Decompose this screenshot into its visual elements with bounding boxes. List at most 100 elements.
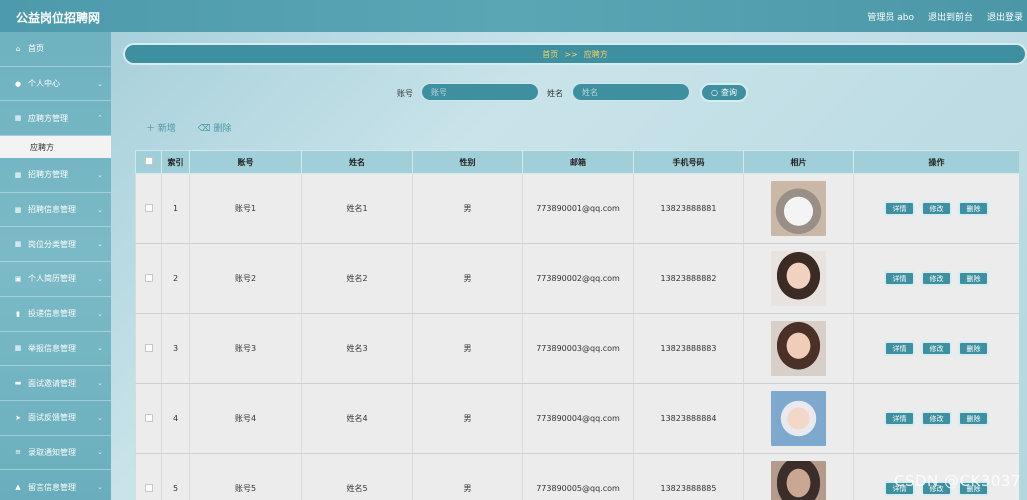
row-select-cell xyxy=(135,383,162,454)
detail-button[interactable]: 详情 xyxy=(884,411,915,426)
sidebar-item-label: 个人简历管理 xyxy=(28,274,76,284)
phone-cell: 13823888885 xyxy=(633,453,744,500)
sidebar-subitem-applicant[interactable]: 应聘方 xyxy=(0,136,111,159)
logout-link[interactable]: 退出登录 xyxy=(987,10,1023,23)
database-icon: ▬ xyxy=(14,379,22,388)
column-header: 索引 xyxy=(161,150,190,174)
sidebar-item-recruiter-mgmt[interactable]: ▦ 招聘方管理 ⌄ xyxy=(0,158,111,193)
add-button-label: 新增 xyxy=(157,124,176,134)
sidebar-item-interview-invite-mgmt[interactable]: ▬ 面试邀请管理 ⌄ xyxy=(0,366,111,401)
breadcrumb-home[interactable]: 首页 xyxy=(542,49,558,60)
gender-cell: 男 xyxy=(412,313,523,384)
edit-button[interactable]: 修改 xyxy=(921,411,952,426)
goto-front-link[interactable]: 退出到前台 xyxy=(928,10,973,23)
profile-photo[interactable] xyxy=(771,461,826,500)
column-header: 相片 xyxy=(743,150,854,174)
table-row: 5 账号5 姓名5 男 773890005@qq.com 13823888885… xyxy=(135,453,1019,500)
delete-button[interactable]: 删除 xyxy=(958,271,989,286)
phone-cell: 13823888884 xyxy=(633,383,744,454)
column-header: 手机号码 xyxy=(633,150,744,174)
gender-cell: 男 xyxy=(412,243,523,314)
query-button[interactable]: ○ 查询 xyxy=(700,83,748,102)
sidebar-item-label: 面试反馈管理 xyxy=(28,413,76,423)
column-header: 操作 xyxy=(853,150,1019,174)
data-table: 索引 账号 姓名 性别 邮箱 手机号码 相片 操作 1 账号1 姓名1 男 77… xyxy=(135,150,1019,500)
sidebar-item-label: 首页 xyxy=(28,44,44,54)
lock-icon: ▲ xyxy=(15,483,21,492)
action-bar: ＋ 新增 ⌫ 删除 xyxy=(146,121,232,134)
briefcase-icon: ▣ xyxy=(14,274,22,283)
chevron-down-icon: ⌄ xyxy=(97,413,103,422)
sidebar-item-interview-feedback-mgmt[interactable]: ➤ 面试反馈管理 ⌄ xyxy=(0,401,111,436)
row-select-cell xyxy=(135,313,162,384)
home-icon: ⌂ xyxy=(15,44,21,53)
sidebar-item-delivery-mgmt[interactable]: ▮ 投递信息管理 ⌄ xyxy=(0,297,111,332)
grid-icon: ▦ xyxy=(14,205,22,214)
photo-cell xyxy=(743,313,854,384)
index-cell: 1 xyxy=(161,173,190,244)
name-search-input[interactable] xyxy=(572,83,690,101)
photo-cell xyxy=(743,243,854,314)
sidebar-item-offer-mgmt[interactable]: ≡ 录取通知管理 ⌄ xyxy=(0,436,111,471)
chevron-down-icon: ⌄ xyxy=(97,309,103,318)
sidebar-item-job-info-mgmt[interactable]: ▦ 招聘信息管理 ⌄ xyxy=(0,193,111,228)
add-button[interactable]: ＋ 新增 xyxy=(146,121,176,134)
table-row: 3 账号3 姓名3 男 773890003@qq.com 13823888883… xyxy=(135,313,1019,384)
delete-button[interactable]: 删除 xyxy=(958,201,989,216)
column-header: 性别 xyxy=(412,150,523,174)
row-select-cell xyxy=(135,453,162,500)
table-row: 2 账号2 姓名2 男 773890002@qq.com 13823888882… xyxy=(135,243,1019,314)
detail-button[interactable]: 详情 xyxy=(884,201,915,216)
chart-icon: ▮ xyxy=(16,309,20,318)
profile-photo[interactable] xyxy=(771,251,826,306)
row-checkbox[interactable] xyxy=(144,273,153,282)
chevron-down-icon: ⌄ xyxy=(97,448,103,457)
phone-cell: 13823888883 xyxy=(633,313,744,384)
account-cell: 账号3 xyxy=(189,313,302,384)
profile-photo[interactable] xyxy=(771,321,826,376)
grid-icon: ▦ xyxy=(14,170,22,179)
detail-button[interactable]: 详情 xyxy=(884,271,915,286)
edit-button[interactable]: 修改 xyxy=(921,271,952,286)
row-checkbox[interactable] xyxy=(144,413,153,422)
chevron-down-icon: ⌄ xyxy=(97,240,103,249)
name-cell: 姓名1 xyxy=(301,173,413,244)
sidebar-item-report-mgmt[interactable]: ▦ 举报信息管理 ⌄ xyxy=(0,332,111,367)
name-label: 姓名 xyxy=(547,89,563,98)
account-label: 账号 xyxy=(397,89,413,98)
select-all-checkbox[interactable] xyxy=(144,157,153,165)
sidebar-item-applicant-mgmt[interactable]: ▦ 应聘方管理 ⌃ xyxy=(0,101,111,137)
email-cell: 773890004@qq.com xyxy=(522,383,634,454)
sidebar-item-resume-mgmt[interactable]: ▣ 个人简历管理 ⌄ xyxy=(0,262,111,297)
operations-cell: 详情 修改 删除 xyxy=(853,313,1019,384)
operations-cell: 详情 修改 删除 xyxy=(853,243,1019,314)
trash-icon: ⌫ xyxy=(197,124,211,134)
sidebar-item-message-mgmt[interactable]: ▲ 留言信息管理 ⌄ xyxy=(0,470,111,500)
batch-delete-button[interactable]: ⌫ 删除 xyxy=(198,121,232,134)
profile-photo[interactable] xyxy=(771,181,826,236)
plus-icon: ＋ xyxy=(146,124,156,134)
row-checkbox[interactable] xyxy=(144,343,153,352)
row-select-cell xyxy=(135,243,162,314)
sidebar-item-home[interactable]: ⌂ 首页 xyxy=(0,32,111,67)
table-header-row: 索引 账号 姓名 性别 邮箱 手机号码 相片 操作 xyxy=(135,150,1019,174)
table-row: 4 账号4 姓名4 男 773890004@qq.com 13823888884… xyxy=(135,383,1019,454)
email-cell: 773890005@qq.com xyxy=(522,453,634,500)
delete-button[interactable]: 删除 xyxy=(958,411,989,426)
row-checkbox[interactable] xyxy=(144,483,153,492)
delete-button[interactable]: 删除 xyxy=(958,341,989,356)
breadcrumb-current: 应聘方 xyxy=(583,49,608,59)
sliders-icon: ≡ xyxy=(15,448,21,457)
account-search-input[interactable] xyxy=(421,83,539,101)
edit-button[interactable]: 修改 xyxy=(921,341,952,356)
profile-photo[interactable] xyxy=(771,391,826,446)
edit-button[interactable]: 修改 xyxy=(921,201,952,216)
gender-cell: 男 xyxy=(412,383,523,454)
grid-icon: ▦ xyxy=(14,240,22,249)
sidebar-item-category-mgmt[interactable]: ▦ 岗位分类管理 ⌄ xyxy=(0,227,111,263)
send-icon: ➤ xyxy=(15,413,21,422)
row-checkbox[interactable] xyxy=(144,203,153,212)
detail-button[interactable]: 详情 xyxy=(884,341,915,356)
gender-cell: 男 xyxy=(412,173,523,244)
sidebar-item-label: 面试邀请管理 xyxy=(28,378,76,388)
